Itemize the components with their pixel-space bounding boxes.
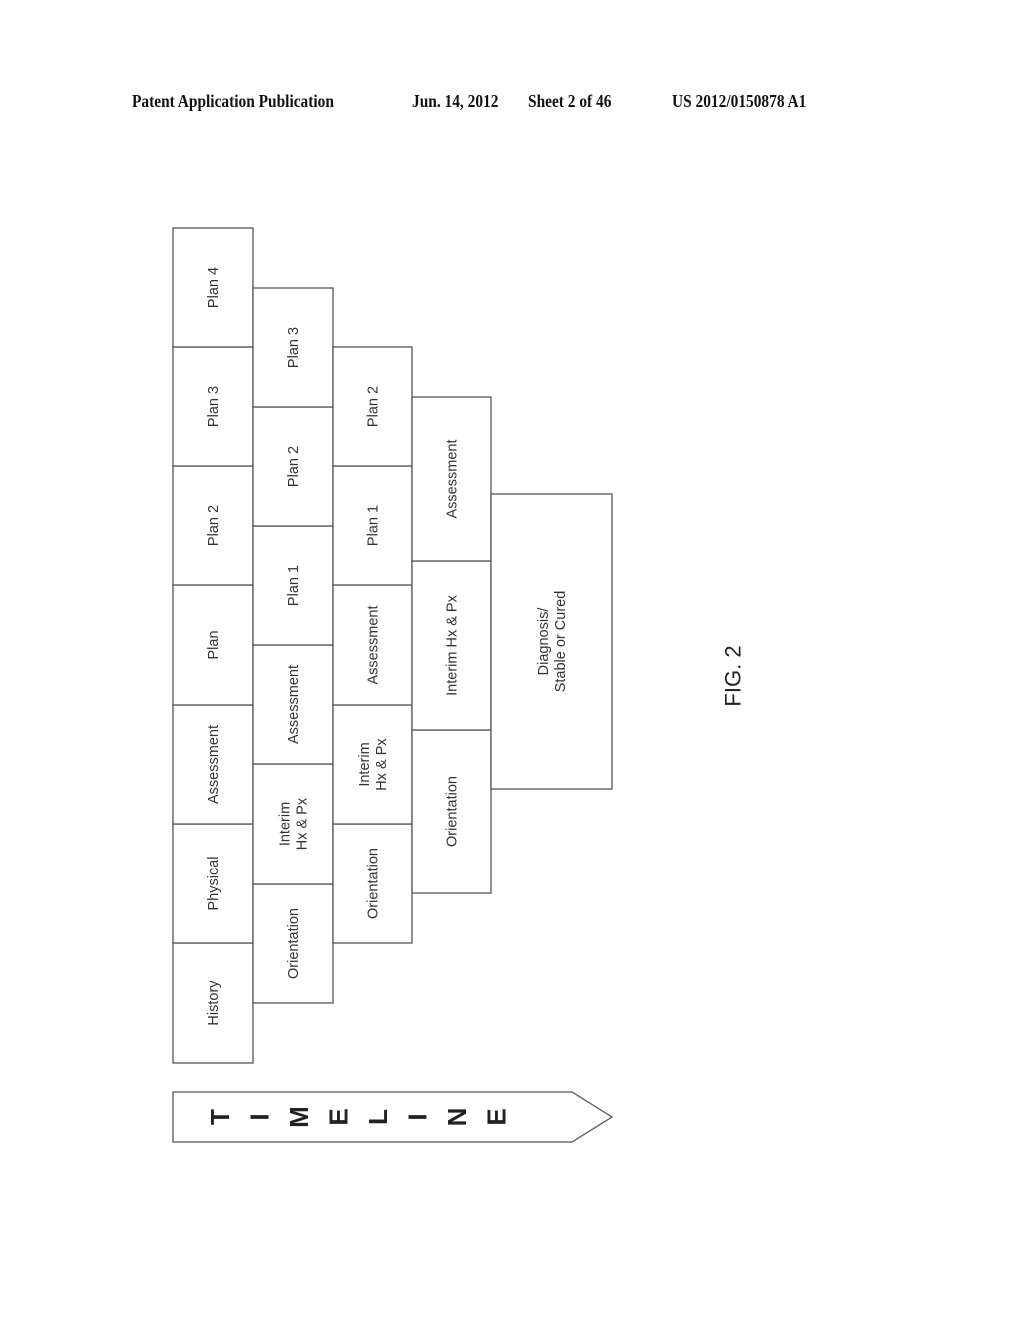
step-label-line: Assessment	[366, 606, 382, 685]
column-visit-4: Orientation Interim Hx & Px Assessment	[411, 396, 492, 894]
step-label-line: Assessment	[445, 440, 461, 519]
step-label-line: Plan 2	[366, 386, 382, 427]
column-visit-3: Orientation InterimHx & Px Assessment Plan …	[332, 346, 413, 944]
step-label-line: Interim Hx & Px	[445, 594, 461, 695]
step-label: Plan 4	[206, 267, 222, 308]
step-box: Plan 2	[172, 465, 254, 586]
timeline-letter: M	[284, 1106, 314, 1128]
step-box: Plan	[172, 584, 254, 706]
step-box: Plan 2	[332, 346, 413, 467]
step-label: Physical	[206, 857, 222, 911]
step-label: Assessment	[206, 725, 222, 804]
step-label: Plan 3	[206, 386, 222, 427]
step-label: Plan 1	[366, 505, 382, 546]
step-box: Plan 3	[172, 346, 254, 467]
step-box: Plan 2	[252, 406, 334, 527]
step-box: Orientation	[332, 823, 413, 944]
step-box: Diagnosis/Stable or Cured	[490, 493, 613, 790]
column-visit-2: Orientation InterimHx & Px Assessment Plan …	[252, 287, 334, 1004]
timeline-letter: N	[442, 1108, 472, 1127]
timeline-letter: L	[363, 1109, 393, 1125]
step-label: InterimHx & Px	[357, 738, 390, 791]
step-label-line: Plan 1	[286, 565, 302, 606]
step-label: History	[206, 980, 222, 1026]
step-box: Orientation	[252, 883, 334, 1004]
step-label-line: Plan 2	[206, 505, 222, 546]
step-label: Plan	[206, 630, 222, 659]
step-label-line: History	[206, 980, 222, 1026]
step-box: Interim Hx & Px	[411, 560, 492, 731]
timeline-letter: E	[324, 1108, 354, 1125]
step-box: Plan 1	[332, 465, 413, 586]
step-label: InterimHx & Px	[278, 797, 311, 850]
step-label: Interim Hx & Px	[445, 594, 461, 695]
step-label-line: Hx & Px	[295, 797, 311, 850]
step-box: Plan 3	[252, 287, 334, 408]
step-label-line: Orientation	[366, 848, 382, 919]
column-visit-1: History Physical Assessment Plan Plan 2 Plan …	[172, 227, 254, 1064]
step-label: Plan 1	[286, 565, 302, 606]
figure-label: FIG. 2	[721, 645, 746, 706]
step-box: InterimHx & Px	[332, 704, 413, 825]
step-label-line: Interim	[357, 742, 373, 786]
step-box: Physical	[172, 823, 254, 944]
visit-columns: History Physical Assessment Plan Plan 2 Plan …	[172, 227, 613, 1064]
timeline-letter: I	[403, 1113, 433, 1120]
step-label-line: Assessment	[286, 665, 302, 744]
step-box: History	[172, 942, 254, 1064]
step-label-line: Assessment	[206, 725, 222, 804]
step-label-line: Orientation	[445, 776, 461, 847]
step-box: Plan 4	[172, 227, 254, 348]
step-label-line: Diagnosis/	[536, 607, 552, 676]
fig-2-diagram: History Physical Assessment Plan Plan 2 Plan …	[172, 227, 746, 1143]
step-box: Orientation	[411, 729, 492, 894]
step-label-line: Hx & Px	[374, 738, 390, 791]
step-label-line: Plan 3	[286, 327, 302, 368]
step-label-line: Plan 2	[286, 446, 302, 487]
step-label: Plan 2	[366, 386, 382, 427]
step-label: Assessment	[286, 665, 302, 744]
step-label-line: Plan 4	[206, 267, 222, 308]
step-label-line: Orientation	[286, 908, 302, 979]
step-label: Assessment	[445, 440, 461, 519]
timeline-arrow: TIMELINE	[172, 1091, 614, 1143]
step-box: Assessment	[332, 584, 413, 706]
step-label: Orientation	[445, 776, 461, 847]
timeline-letter: E	[482, 1108, 512, 1125]
timeline-letter: I	[245, 1113, 275, 1120]
step-label: Plan 3	[286, 327, 302, 368]
step-label-line: Physical	[206, 857, 222, 911]
step-box: Assessment	[252, 644, 334, 765]
column-visit-5: Diagnosis/Stable or Cured	[490, 493, 613, 790]
step-box: Plan 1	[252, 525, 334, 646]
step-box: Assessment	[411, 396, 492, 562]
step-label-line: Interim	[278, 802, 294, 846]
step-box: Assessment	[172, 704, 254, 825]
step-label: Orientation	[366, 848, 382, 919]
step-label: Plan 2	[206, 505, 222, 546]
step-label-line: Plan 1	[366, 505, 382, 546]
step-label: Orientation	[286, 908, 302, 979]
step-label: Assessment	[366, 606, 382, 685]
step-label-line: Stable or Cured	[553, 591, 569, 693]
step-label-line: Plan 3	[206, 386, 222, 427]
step-label-line: Plan	[206, 630, 222, 659]
step-label: Plan 2	[286, 446, 302, 487]
timeline-letter: T	[205, 1109, 235, 1125]
step-box: InterimHx & Px	[252, 763, 334, 885]
